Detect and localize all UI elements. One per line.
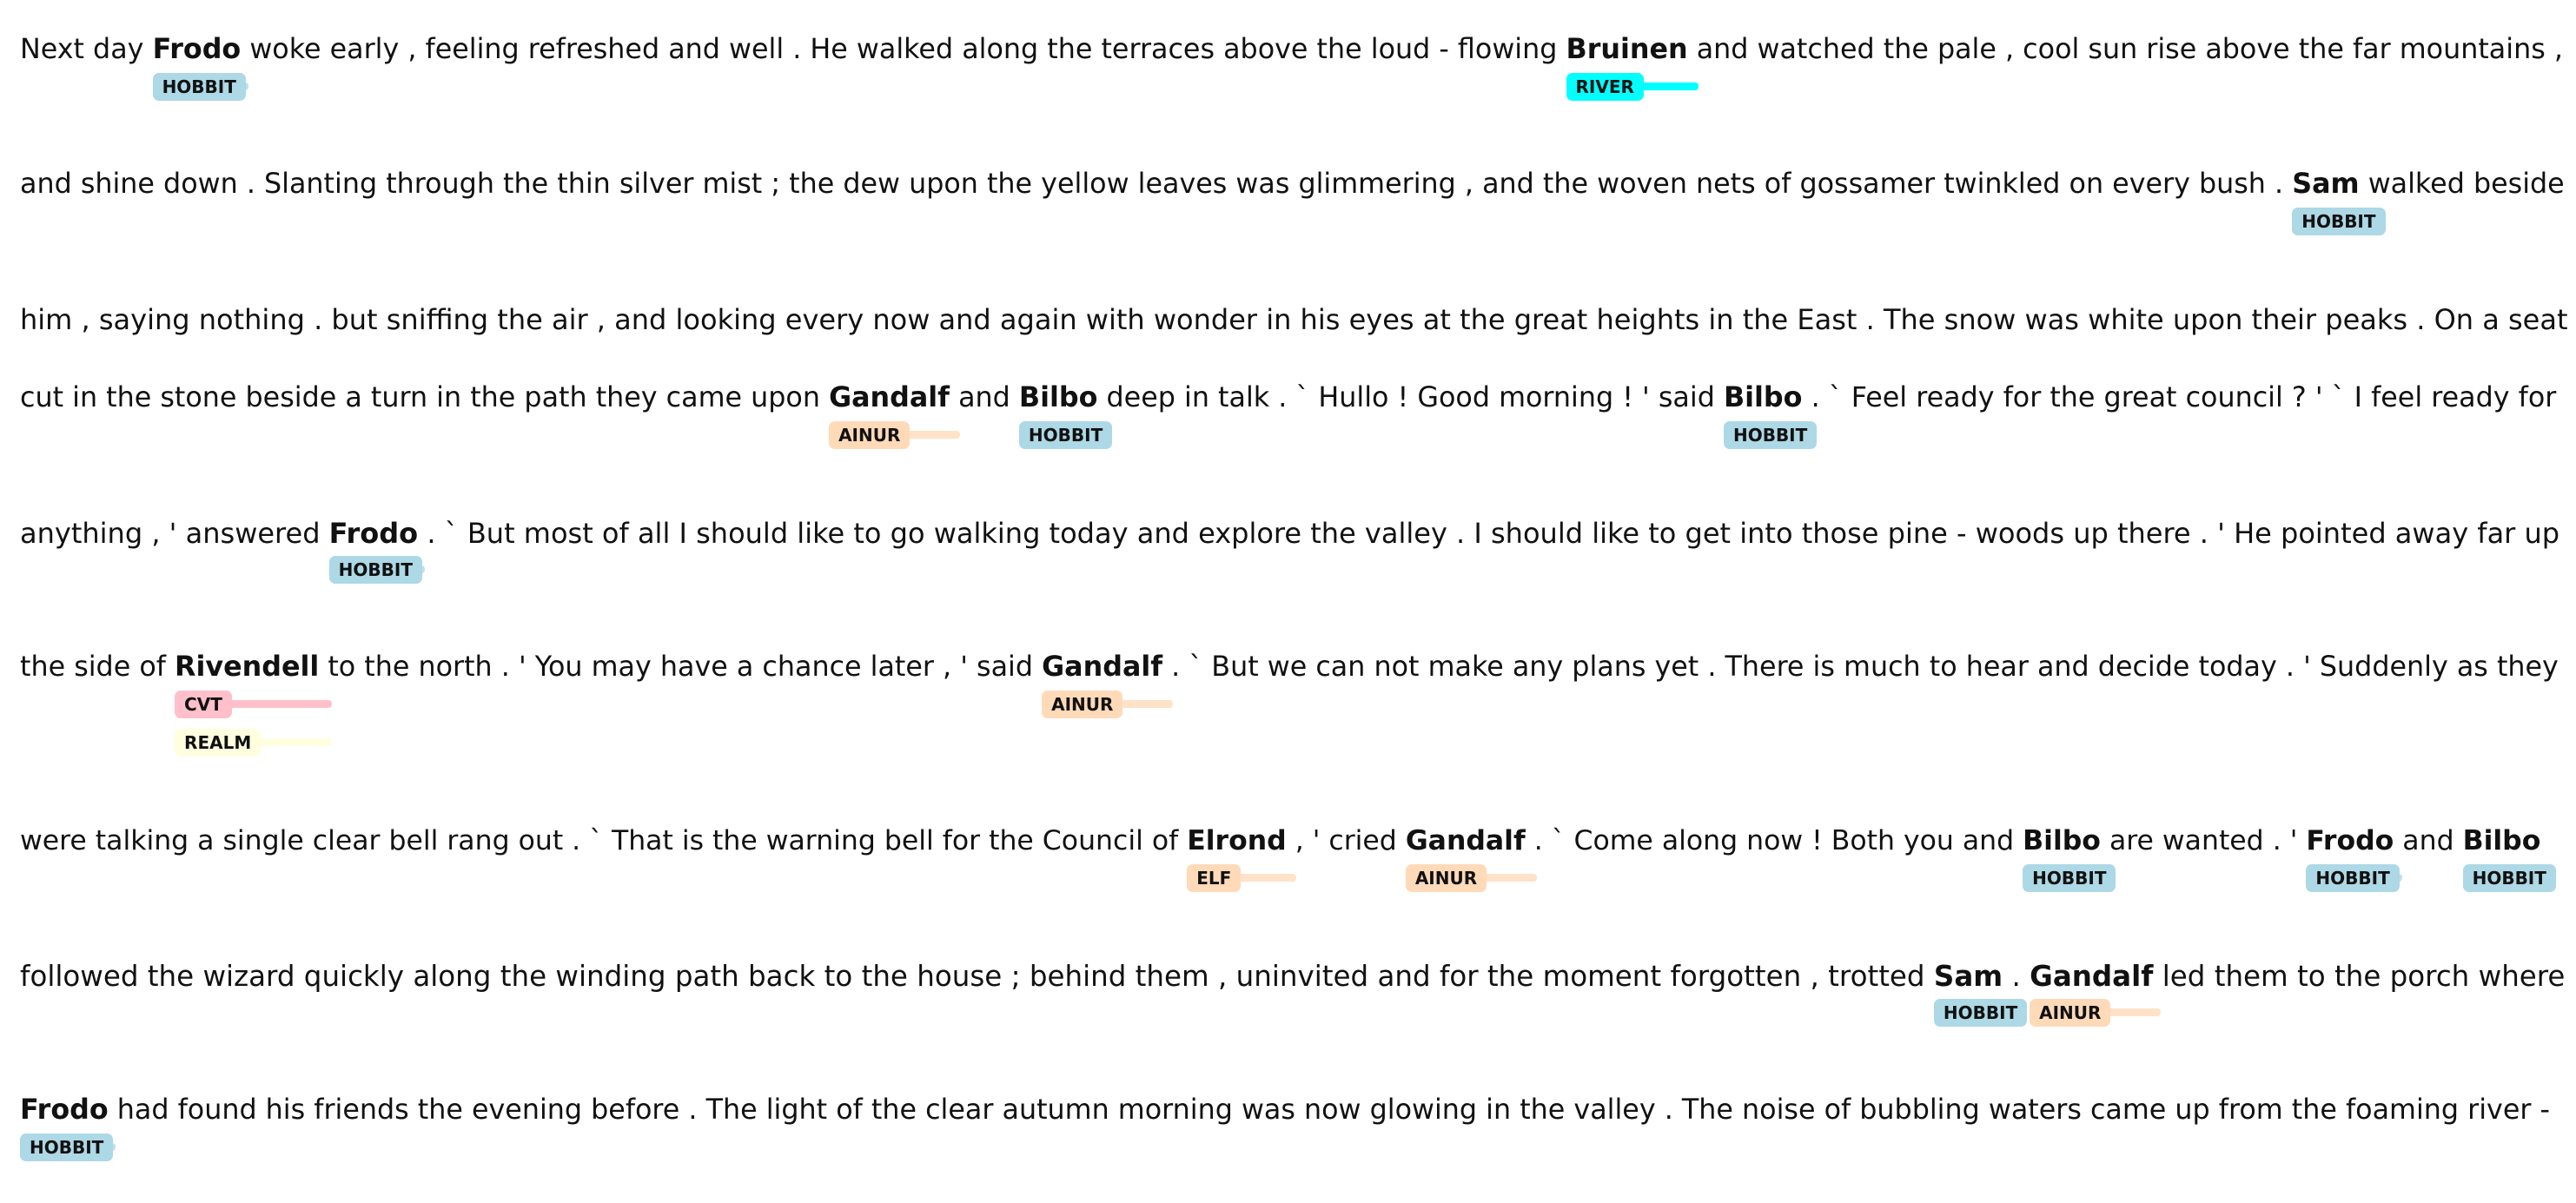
text-span: woke early , feeling refreshed and well … [249,34,1558,65]
entity-span: Bilbo HOBBIT [1723,382,1818,449]
text-span: led them to the porch where [2162,960,2566,993]
entity-label: HOBBIT [152,73,246,101]
entity-label: HOBBIT [2306,864,2400,892]
entity-label: HOBBIT [1723,421,1818,449]
entity-label: HOBBIT [328,556,422,584]
entity-label: AINUR [1405,864,1487,892]
entity-span: Frodo HOBBIT [152,34,249,101]
ner-visualization: { "tag_colors": { "HOBBIT": {"pill": "#a… [0,0,2576,1203]
text-line: and shine down . Slanting through the th… [20,169,2565,235]
entity-label: REALM [175,729,262,757]
text-span: had found his friends the evening before… [116,1094,2550,1126]
entity-label: ELF [1187,864,1242,892]
text-span: anything , ' answered [20,517,321,550]
entity-label: HOBBIT [2292,208,2386,235]
text-line: anything , ' answered Frodo HOBBIT . ` Bu… [20,517,2560,584]
entity-span: Bilbo HOBBIT [2462,825,2556,892]
text-span: , ' cried [1295,825,1397,856]
text-line: him , saying nothing . but sniffing the … [20,306,2568,334]
entity-span: Frodo HOBBIT [20,1094,116,1161]
entity-span: Gandalf AINUR [1042,651,1174,718]
text-span: to the north . ' You may have a chance l… [328,651,1034,683]
entity-label: AINUR [2030,999,2111,1027]
text-span: cut in the stone beside a turn in the pa… [20,382,820,413]
text-line: Frodo HOBBIT had found his friends the ev… [20,1094,2550,1161]
text-line: followed the wizard quickly along the wi… [20,960,2566,1027]
entity-label: HOBBIT [1018,421,1113,449]
text-line: the side of Rivendell CVT REALM to the nor… [20,651,2559,757]
entity-span: Bilbo HOBBIT [2023,825,2116,892]
entity-span: Gandalf AINUR [829,382,961,449]
entity-span: Elrond ELF [1187,825,1296,892]
text-line: Next day Frodo HOBBIT woke early , feelin… [20,34,2563,101]
entity-span: Sam HOBBIT [2292,169,2386,235]
entity-span: Bruinen RIVER [1566,34,1699,101]
entity-label: AINUR [829,421,911,449]
text-span: . ` Come along now ! Both you and [1533,825,2015,856]
entity-label: RIVER [1566,73,1644,101]
text-span: and [2402,825,2454,856]
text-line: were talking a single clear bell rang ou… [20,825,2556,892]
text-span: . ` But most of all I should like to go … [427,517,2560,550]
text-span: . [2011,960,2021,993]
entity-label: AINUR [1042,691,1123,718]
text-span: him , saying nothing . but sniffing the … [20,303,2568,336]
text-span: the side of [20,651,166,683]
entity-label: HOBBIT [2462,864,2556,892]
entity-span: Gandalf AINUR [2030,960,2162,1027]
text-span: and [958,382,1010,413]
text-span: deep in talk . ` Hullo ! Good morning ! … [1106,382,1715,413]
text-span: are wanted . ' [2109,825,2298,856]
text-span: were talking a single clear bell rang ou… [20,825,1179,856]
entity-span: Bilbo HOBBIT [1018,382,1113,449]
entity-label: HOBBIT [2023,864,2116,892]
entity-label: HOBBIT [20,1134,114,1161]
entity-span: Sam HOBBIT [1933,960,2028,1027]
entity-span: Rivendell CVT REALM [175,651,332,757]
entity-label: CVT [175,691,232,718]
text-span: and shine down . Slanting through the th… [20,169,2284,200]
entity-label: HOBBIT [1933,999,2028,1027]
entity-span: Frodo HOBBIT [2306,825,2402,892]
text-span: . ` Feel ready for the great council ? '… [1811,382,2557,413]
text-span: and watched the pale , cool sun rise abo… [1696,34,2563,65]
entity-span: Gandalf AINUR [1405,825,1537,892]
text-span: Next day [20,34,144,65]
text-span: . ` But we can not make any plans yet . … [1171,651,2559,683]
text-line: cut in the stone beside a turn in the pa… [20,382,2557,449]
text-span: walked beside [2367,169,2565,200]
entity-span: Frodo HOBBIT [328,517,426,584]
text-span: followed the wizard quickly along the wi… [20,960,1925,993]
